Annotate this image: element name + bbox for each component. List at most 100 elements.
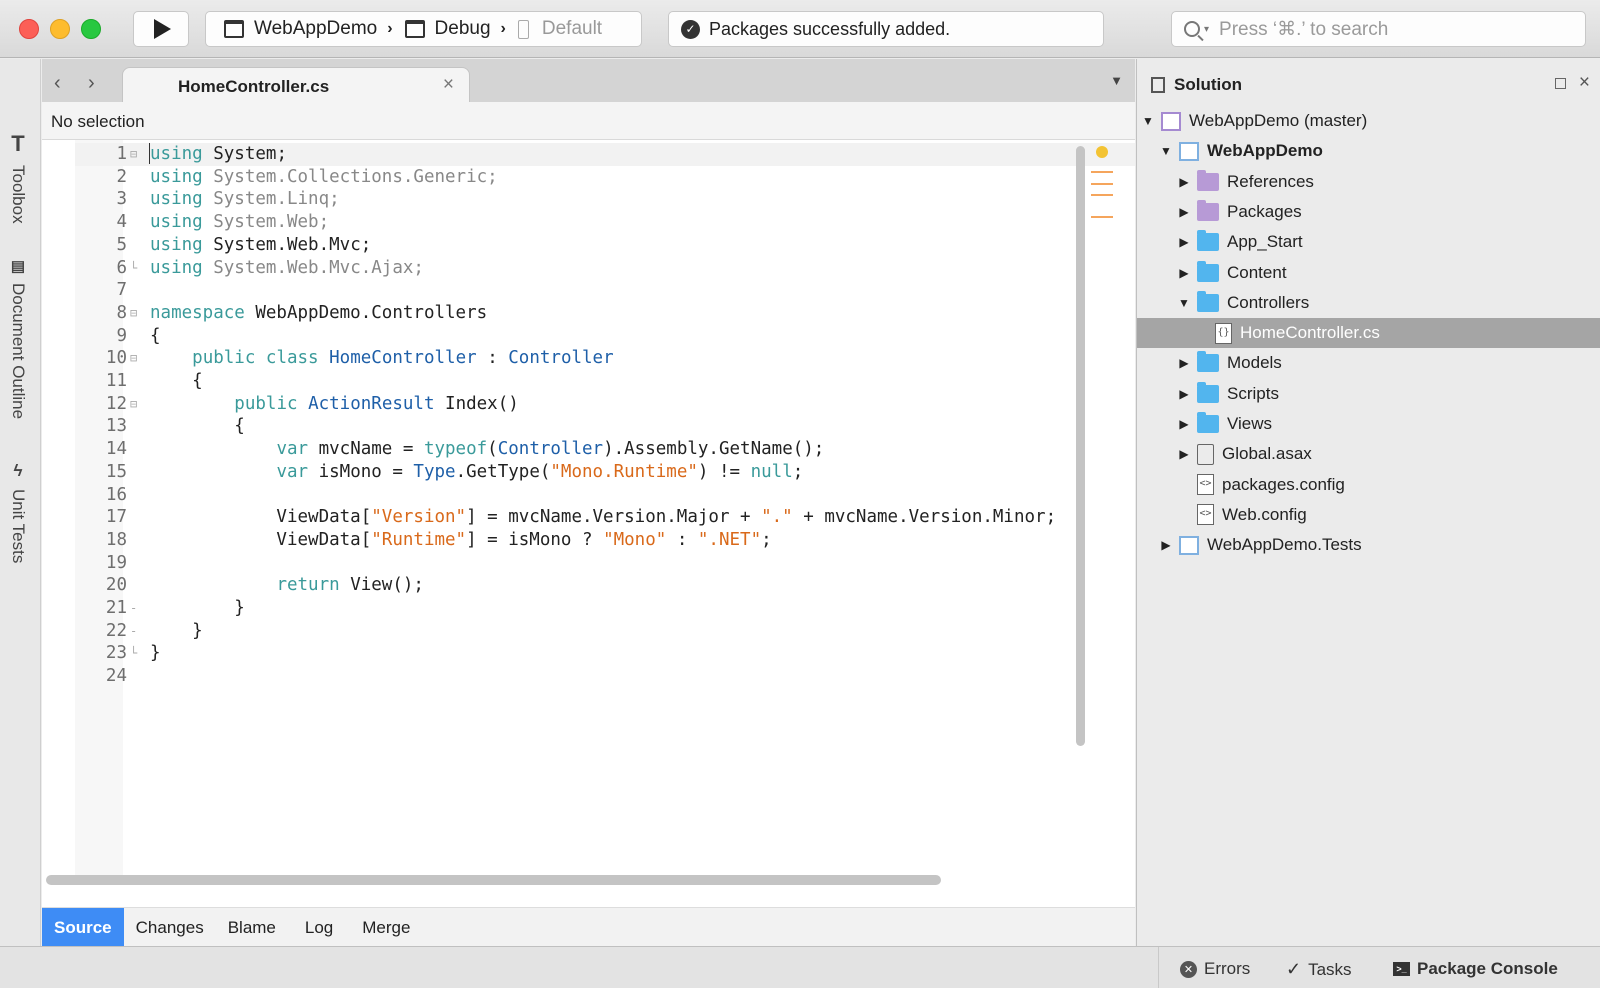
code-editor[interactable]: 1 ⊟ using System; 2 using System.Collections… bbox=[42, 140, 1135, 907]
fold-marker-icon[interactable]: └ bbox=[130, 257, 140, 280]
code-line[interactable]: 6 └ using System.Web.Mvc.Ajax; bbox=[42, 257, 1122, 280]
tasks-button[interactable]: ✓ Tasks bbox=[1286, 959, 1352, 980]
code-line[interactable]: 1 ⊟ using System; bbox=[42, 143, 1122, 166]
tree-item[interactable]: <> packages.config bbox=[1137, 470, 1600, 500]
code-line[interactable]: 11 { bbox=[42, 370, 1122, 393]
code-text[interactable]: public ActionResult Index() bbox=[150, 393, 519, 416]
code-text[interactable]: var isMono = Type.GetType("Mono.Runtime"… bbox=[150, 461, 803, 484]
device-label[interactable]: Default bbox=[542, 18, 602, 40]
breadcrumb[interactable]: No selection bbox=[42, 102, 1135, 140]
tree-item[interactable]: ▼ WebAppDemo bbox=[1137, 136, 1600, 166]
configuration-label[interactable]: Debug bbox=[435, 18, 491, 40]
code-text[interactable]: return View(); bbox=[150, 574, 424, 597]
fold-marker-icon[interactable]: - bbox=[130, 620, 140, 643]
fold-marker-icon[interactable]: └ bbox=[130, 642, 140, 665]
search-placeholder[interactable]: Press ‘⌘.’ to search bbox=[1219, 18, 1388, 41]
code-line[interactable]: 3 using System.Linq; bbox=[42, 188, 1122, 211]
search-field[interactable]: ▾ Press ‘⌘.’ to search bbox=[1171, 11, 1586, 47]
fold-marker-icon[interactable]: ⊟ bbox=[130, 393, 140, 416]
disclosure-closed-icon[interactable]: ▶ bbox=[1177, 205, 1191, 219]
fold-marker-icon[interactable]: ⊟ bbox=[130, 302, 140, 325]
disclosure-open-icon[interactable]: ▼ bbox=[1159, 144, 1173, 158]
code-line[interactable]: 17 ViewData["Version"] = mvcName.Version… bbox=[42, 506, 1122, 529]
window-minimize-button[interactable] bbox=[50, 19, 70, 39]
code-line[interactable]: 21- } bbox=[42, 597, 1122, 620]
tab-source[interactable]: Source bbox=[42, 908, 124, 947]
pad-toolbox[interactable]: T Toolbox bbox=[8, 131, 28, 224]
overview-ruler-mark[interactable] bbox=[1091, 216, 1113, 218]
tab-log[interactable]: Log bbox=[288, 908, 350, 947]
tab-homecontroller[interactable]: HomeController.cs × bbox=[122, 67, 470, 103]
code-line[interactable]: 4 using System.Web; bbox=[42, 211, 1122, 234]
code-line[interactable]: 18 ViewData["Runtime"] = isMono ? "Mono"… bbox=[42, 529, 1122, 552]
code-line[interactable]: 7 bbox=[42, 279, 1122, 302]
disclosure-closed-icon[interactable]: ▶ bbox=[1177, 356, 1191, 370]
code-line[interactable]: 8 ⊟ namespace WebAppDemo.Controllers bbox=[42, 302, 1122, 325]
fold-marker-icon[interactable]: - bbox=[130, 597, 140, 620]
package-console-button[interactable]: >_ Package Console bbox=[1393, 959, 1558, 979]
code-line[interactable]: 5 using System.Web.Mvc; bbox=[42, 234, 1122, 257]
disclosure-closed-icon[interactable]: ▶ bbox=[1177, 417, 1191, 431]
disclosure-open-icon[interactable]: ▼ bbox=[1141, 114, 1155, 128]
run-button[interactable] bbox=[133, 11, 189, 47]
code-text[interactable]: using System; bbox=[150, 143, 287, 166]
code-text[interactable]: ViewData["Version"] = mvcName.Version.Ma… bbox=[150, 506, 1056, 529]
code-line[interactable]: 14 var mvcName = typeof(Controller).Asse… bbox=[42, 438, 1122, 461]
run-configuration-selector[interactable]: WebAppDemo › Debug › Default bbox=[205, 11, 642, 47]
code-line[interactable]: 9{ bbox=[42, 325, 1122, 348]
code-line[interactable]: 15 var isMono = Type.GetType("Mono.Runti… bbox=[42, 461, 1122, 484]
code-text[interactable]: using System.Web.Mvc.Ajax; bbox=[150, 257, 424, 280]
disclosure-closed-icon[interactable]: ▶ bbox=[1177, 447, 1191, 461]
code-text[interactable]: using System.Linq; bbox=[150, 188, 340, 211]
window-maximize-button[interactable] bbox=[81, 19, 101, 39]
tab-changes[interactable]: Changes bbox=[124, 908, 216, 947]
tree-item[interactable]: <> Web.config bbox=[1137, 500, 1600, 530]
vertical-scrollbar[interactable] bbox=[1076, 146, 1085, 746]
code-text[interactable]: public class HomeController : Controller bbox=[150, 347, 613, 370]
tree-item[interactable]: ▶ App_Start bbox=[1137, 227, 1600, 257]
disclosure-closed-icon[interactable]: ▶ bbox=[1177, 266, 1191, 280]
close-icon[interactable]: × bbox=[443, 74, 454, 96]
tree-item[interactable]: ▶ Packages bbox=[1137, 197, 1600, 227]
code-line[interactable]: 19 bbox=[42, 552, 1122, 575]
tree-item[interactable]: ▶ Views bbox=[1137, 409, 1600, 439]
tree-item[interactable]: ▶ References bbox=[1137, 167, 1600, 197]
tab-blame[interactable]: Blame bbox=[216, 908, 288, 947]
code-line[interactable]: 12 ⊟ public ActionResult Index() bbox=[42, 393, 1122, 416]
code-line[interactable]: 24 bbox=[42, 665, 1122, 688]
code-text[interactable]: using System.Web.Mvc; bbox=[150, 234, 371, 257]
code-text[interactable]: } bbox=[150, 620, 203, 643]
warning-marker-icon[interactable] bbox=[1096, 146, 1108, 158]
tree-item[interactable]: ▶ Scripts bbox=[1137, 379, 1600, 409]
fold-marker-icon[interactable]: ⊟ bbox=[130, 143, 140, 166]
tree-item[interactable]: ▶ Content bbox=[1137, 258, 1600, 288]
horizontal-scrollbar[interactable] bbox=[46, 875, 941, 885]
overview-ruler-mark[interactable] bbox=[1091, 171, 1113, 173]
tree-item[interactable]: ▼ Controllers bbox=[1137, 288, 1600, 318]
code-text[interactable]: { bbox=[150, 325, 161, 348]
tree-item[interactable]: ▶ WebAppDemo.Tests bbox=[1137, 530, 1600, 560]
code-line[interactable]: 23 └} bbox=[42, 642, 1122, 665]
code-text[interactable]: var mvcName = typeof(Controller).Assembl… bbox=[150, 438, 824, 461]
disclosure-closed-icon[interactable]: ▶ bbox=[1177, 387, 1191, 401]
project-label[interactable]: WebAppDemo bbox=[254, 18, 377, 40]
code-text[interactable]: { bbox=[150, 370, 203, 393]
tab-merge[interactable]: Merge bbox=[350, 908, 422, 947]
navigate-back-icon[interactable]: ‹ bbox=[54, 72, 61, 95]
code-text[interactable]: namespace WebAppDemo.Controllers bbox=[150, 302, 487, 325]
navigate-forward-icon[interactable]: › bbox=[88, 72, 95, 95]
close-icon[interactable]: × bbox=[1579, 72, 1590, 94]
code-text[interactable]: } bbox=[150, 597, 245, 620]
pad-document-outline[interactable]: ▤ Document Outline bbox=[8, 257, 28, 419]
maximize-icon[interactable] bbox=[1555, 78, 1566, 89]
code-line[interactable]: 22- } bbox=[42, 620, 1122, 643]
code-line[interactable]: 16 bbox=[42, 484, 1122, 507]
tree-item[interactable]: ▼ WebAppDemo (master) bbox=[1137, 106, 1600, 136]
code-line[interactable]: 13 { bbox=[42, 415, 1122, 438]
overview-ruler-mark[interactable] bbox=[1091, 183, 1113, 185]
overview-ruler-mark[interactable] bbox=[1091, 194, 1113, 196]
disclosure-closed-icon[interactable]: ▶ bbox=[1177, 175, 1191, 189]
code-text[interactable]: } bbox=[150, 642, 161, 665]
code-text[interactable]: using System.Collections.Generic; bbox=[150, 166, 498, 189]
tree-item[interactable]: {} HomeController.cs bbox=[1137, 318, 1600, 349]
